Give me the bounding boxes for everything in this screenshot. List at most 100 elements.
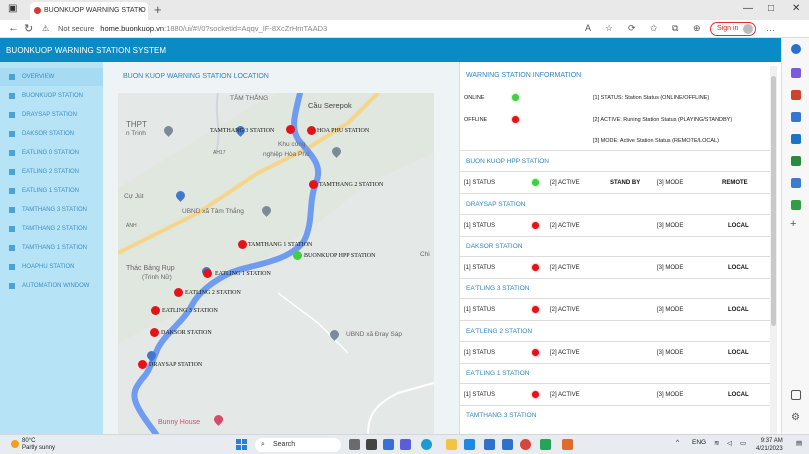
collections-icon[interactable]: ⧉ (672, 23, 678, 34)
chrome-icon[interactable] (520, 439, 531, 450)
browser-tab[interactable]: BUONKUOP WARNING STATIO (30, 2, 148, 20)
speaker-icon[interactable]: ◁ (727, 439, 732, 447)
map-place-label: Chi (420, 251, 430, 258)
battery-icon[interactable]: ▭ (740, 439, 746, 447)
clock-date: 4/21/2023 (756, 446, 783, 452)
station-marker-daksor[interactable] (150, 328, 159, 337)
status-dot (532, 306, 539, 313)
minimize-button[interactable]: — (743, 3, 753, 14)
clock-time: 9:37 AM (760, 438, 783, 444)
back-arrow-icon[interactable]: ← (8, 22, 19, 34)
briefcase-icon[interactable] (791, 90, 801, 100)
favorites-star-icon[interactable]: ☆ (605, 23, 613, 34)
search-icon[interactable] (791, 44, 801, 54)
station-marker-eatling-3[interactable] (151, 306, 160, 315)
sidebar-item-eatling-1[interactable]: EATLING 1 STATION (0, 182, 103, 200)
sidebar-item-daksor[interactable]: DAKSOR STATION (0, 125, 103, 143)
tree-icon[interactable] (791, 200, 801, 210)
url-field[interactable]: Not secure home.buonkuop.vn:1880/ui/#!/0?… (58, 22, 578, 36)
language-indicator[interactable]: ENG (692, 439, 706, 446)
sign-in-button[interactable]: Sign in (710, 22, 756, 36)
mode-value: LOCAL (728, 265, 749, 271)
divider (460, 341, 770, 342)
store-icon[interactable] (464, 439, 475, 450)
active-label: [2] ACTIVE (550, 307, 580, 313)
taskbar-search[interactable]: ⌕ Search (255, 438, 341, 452)
station-marker-hoa-phu[interactable] (307, 126, 316, 135)
chevron-up-icon[interactable]: ^ (676, 439, 679, 446)
app-icon[interactable] (484, 439, 495, 450)
station-marker-tamthang-1[interactable] (238, 240, 247, 249)
split-screen-icon[interactable] (791, 390, 801, 400)
divider (460, 256, 770, 257)
mode-label: [3] MODE (657, 223, 684, 229)
tools-icon[interactable] (791, 156, 801, 166)
sidebar-item-tamthang-2[interactable]: TAMTHANG 2 STATION (0, 220, 103, 238)
more-menu-icon[interactable]: … (766, 23, 775, 33)
sidebar-item-automation[interactable]: AUTOMATION WINDOW (0, 277, 103, 295)
avatar-icon (743, 24, 753, 34)
tab-close-icon[interactable]: × (138, 4, 143, 14)
search-label: Search (273, 441, 296, 448)
tag-icon[interactable] (791, 68, 801, 78)
status-label: [1] STATUS (464, 307, 496, 313)
station-title: DRAYSAP STATION (466, 201, 526, 208)
map-place-label: Cự Jút (124, 193, 144, 200)
outlook-icon[interactable] (791, 134, 801, 144)
maximize-button[interactable]: □ (768, 3, 774, 14)
start-button[interactable] (236, 439, 248, 451)
sidebar-item-label: HOAPHU STATION (22, 264, 75, 270)
tab-actions-icon[interactable]: ▣ (8, 3, 17, 14)
new-tab-button[interactable]: + (154, 2, 162, 17)
sidebar-item-eatling-2[interactable]: EATLING 2 STATION (0, 163, 103, 181)
sidebar-item-hoaphu[interactable]: HOAPHU STATION (0, 258, 103, 276)
edge-icon[interactable] (421, 439, 432, 450)
refresh-page-icon[interactable]: ⟳ (628, 23, 636, 34)
station-marker-draysap[interactable] (138, 360, 147, 369)
app-icon[interactable] (562, 439, 573, 450)
sidebar-item-draysap[interactable]: DRAYSAP STATION (0, 106, 103, 124)
add-icon[interactable]: + (790, 218, 800, 230)
wifi-icon[interactable]: ≋ (714, 439, 719, 447)
legend-offline-label: OFFLINE (464, 117, 488, 123)
gear-icon[interactable] (791, 112, 801, 122)
file-explorer-icon[interactable] (446, 439, 457, 450)
sidebar-item-overview[interactable]: OVERVIEW (0, 68, 103, 86)
office-icon[interactable] (791, 178, 801, 188)
close-window-button[interactable]: ✕ (792, 3, 800, 14)
app-icon[interactable] (540, 439, 551, 450)
chat-icon[interactable] (383, 439, 394, 450)
sidebar-item-eatling-0[interactable]: EATLING 0 STATION (0, 144, 103, 162)
mode-value: LOCAL (728, 307, 749, 313)
station-marker-buonkuop-hpp[interactable] (293, 251, 302, 260)
scrollbar-thumb[interactable] (771, 76, 776, 326)
read-aloud-icon[interactable]: A (585, 23, 591, 33)
sidebar-item-tamthang-1[interactable]: TAMTHANG 1 STATION (0, 239, 103, 257)
window-icon (9, 283, 15, 289)
sidebar-item-buonkuop[interactable]: BUONKUOP STATION (0, 87, 103, 105)
station-marker-tamthang-3[interactable] (286, 125, 295, 134)
legend-mode-desc: [3] MODE: Active Station Status (REMOTE/… (593, 138, 719, 144)
taskbar-app-icon[interactable] (349, 439, 360, 450)
window-icon (9, 245, 15, 251)
weather-widget[interactable]: 80°C Partly sunny (11, 438, 56, 452)
task-view-icon[interactable] (366, 439, 377, 450)
taskbar-clock[interactable]: 9:37 AM 4/21/2023 (756, 437, 783, 453)
info-scrollbar[interactable] (770, 66, 777, 434)
station-marker-eatling-1[interactable] (203, 269, 212, 278)
profile-icon[interactable]: ⊕ (693, 23, 701, 34)
station-marker-tamthang-2[interactable] (309, 180, 318, 189)
sidebar-item-tamthang-3[interactable]: TAMTHANG 3 STATION (0, 201, 103, 219)
refresh-icon[interactable]: ↻ (24, 22, 33, 35)
weather-desc: Partly sunny (22, 445, 56, 451)
station-map[interactable]: TÂM THẮNG Cầu Serepok THPT n Trinh Khu c… (118, 93, 434, 434)
app-icon[interactable] (502, 439, 513, 450)
station-marker-eatling-2[interactable] (174, 288, 183, 297)
notification-icon[interactable]: ▤ (796, 439, 802, 447)
window-icon (9, 226, 15, 232)
teams-icon[interactable] (400, 439, 411, 450)
info-warning-icon[interactable]: ⚠ (42, 24, 49, 33)
favorites-icon[interactable]: ✩ (650, 23, 658, 34)
map-place-label: (Trinh Nữ) (142, 274, 172, 281)
settings-gear-icon[interactable]: ⚙ (791, 412, 801, 423)
